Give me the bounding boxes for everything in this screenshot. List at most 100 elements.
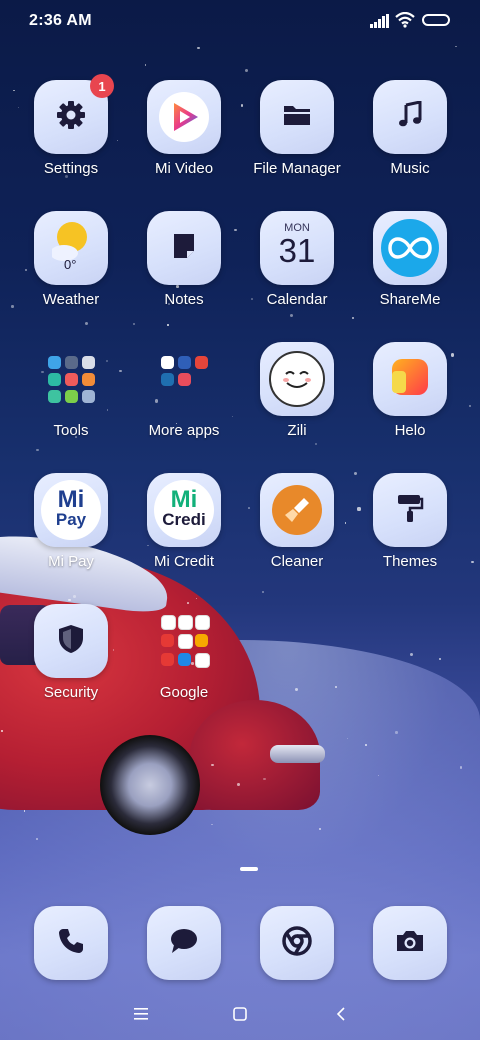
app-label: Security xyxy=(43,684,99,701)
battery-icon xyxy=(422,14,450,26)
weather-temp: 0° xyxy=(64,257,77,272)
folder-tools-icon xyxy=(47,355,95,403)
page-indicator xyxy=(240,867,258,871)
menu-icon[interactable] xyxy=(129,1002,153,1026)
wallpaper-car-wheel xyxy=(100,735,200,835)
note-icon xyxy=(172,232,196,265)
message-icon xyxy=(169,927,199,960)
tools-folder-icon[interactable] xyxy=(34,342,108,416)
snowflake xyxy=(167,324,169,326)
themes-app-icon[interactable] xyxy=(373,473,447,547)
snowflake xyxy=(132,322,136,326)
calendar-app-icon[interactable]: MON 31 xyxy=(260,211,334,285)
notification-badge: 1 xyxy=(90,74,114,98)
mi-credit-app-icon[interactable]: Mi Credi xyxy=(147,473,221,547)
app-cleaner[interactable]: Cleaner xyxy=(242,473,352,570)
paint-roller-icon xyxy=(396,493,424,528)
app-label: ShareMe xyxy=(379,291,441,308)
snowflake xyxy=(469,405,471,407)
wallpaper-car-bumper xyxy=(270,745,325,763)
calendar-day-number: 31 xyxy=(278,232,316,269)
app-notes[interactable]: Notes xyxy=(129,211,239,308)
folder-more-apps-icon xyxy=(160,355,208,403)
helo-icon xyxy=(388,355,432,404)
shareme-app-icon[interactable] xyxy=(373,211,447,285)
app-label: Weather xyxy=(42,291,100,308)
app-label: Cleaner xyxy=(270,553,324,570)
app-label: Mi Video xyxy=(154,160,214,177)
snowflake xyxy=(439,658,441,661)
app-label: Themes xyxy=(382,553,438,570)
navigation-bar xyxy=(0,990,480,1040)
snowflake xyxy=(13,89,15,92)
cleaner-app-icon[interactable] xyxy=(260,473,334,547)
folder-google[interactable]: Google xyxy=(129,604,239,701)
music-note-icon xyxy=(396,99,424,134)
app-label: Music xyxy=(390,160,430,177)
app-music[interactable]: Music xyxy=(355,80,465,177)
app-weather[interactable]: 0° Weather xyxy=(16,211,126,308)
weather-app-icon[interactable]: 0° xyxy=(34,211,108,285)
music-app-icon[interactable] xyxy=(373,80,447,154)
snowflake xyxy=(36,448,40,452)
home-icon[interactable] xyxy=(228,1002,252,1026)
snowflake xyxy=(395,731,398,734)
folder-more-apps[interactable]: More apps xyxy=(129,342,239,439)
snowflake xyxy=(211,763,214,766)
snowflake xyxy=(237,783,241,786)
app-label: Settings xyxy=(43,160,99,177)
play-icon xyxy=(159,92,209,142)
snowflake xyxy=(84,322,88,326)
google-folder-icon[interactable] xyxy=(147,604,221,678)
zili-face-icon xyxy=(269,351,325,407)
snowflake xyxy=(314,442,318,446)
app-zili[interactable]: Zili xyxy=(242,342,352,439)
snowflake xyxy=(211,823,213,825)
app-label: File Manager xyxy=(253,160,341,177)
app-calendar[interactable]: MON 31 Calendar xyxy=(242,211,352,308)
dock-camera[interactable] xyxy=(373,906,447,980)
file-manager-app-icon[interactable] xyxy=(260,80,334,154)
app-helo[interactable]: Helo xyxy=(355,342,465,439)
app-label: Tools xyxy=(53,422,89,439)
mi-credit-logo-text: Mi xyxy=(170,486,198,513)
app-security[interactable]: Security xyxy=(16,604,126,701)
signal-icon xyxy=(370,14,390,33)
snowflake xyxy=(35,837,38,840)
app-shareme[interactable]: ShareMe xyxy=(355,211,465,308)
settings-app-icon[interactable]: 1 xyxy=(34,74,114,154)
app-file-manager[interactable]: File Manager xyxy=(242,80,352,177)
broom-icon xyxy=(272,485,322,535)
zili-app-icon[interactable] xyxy=(260,342,334,416)
app-label: Notes xyxy=(164,291,204,308)
app-label: More apps xyxy=(148,422,220,439)
snowflake xyxy=(351,316,354,320)
app-mi-credit[interactable]: Mi Credi Mi Credit xyxy=(129,473,239,570)
app-themes[interactable]: Themes xyxy=(355,473,465,570)
shareme-icon xyxy=(381,219,439,277)
back-icon[interactable] xyxy=(329,1002,353,1026)
app-label: Zili xyxy=(287,422,307,439)
folder-icon xyxy=(283,103,311,132)
app-settings[interactable]: 1 Settings xyxy=(16,74,126,177)
status-time: 2:36 AM xyxy=(29,12,92,29)
app-label: Calendar xyxy=(266,291,328,308)
browser-icon xyxy=(282,925,312,961)
snowflake xyxy=(289,313,294,317)
mi-pay-app-icon[interactable]: Mi Pay xyxy=(34,473,108,547)
snowflake xyxy=(261,590,264,593)
dock-phone[interactable] xyxy=(34,906,108,980)
snowflake xyxy=(144,64,147,66)
notes-app-icon[interactable] xyxy=(147,211,221,285)
app-mi-video[interactable]: Mi Video xyxy=(129,80,239,177)
helo-app-icon[interactable] xyxy=(373,342,447,416)
more-apps-folder-icon[interactable] xyxy=(147,342,221,416)
security-app-icon[interactable] xyxy=(34,604,108,678)
folder-tools[interactable]: Tools xyxy=(16,342,126,439)
app-mi-pay[interactable]: Mi Pay Mi Pay xyxy=(16,473,126,570)
dock-browser[interactable] xyxy=(260,906,334,980)
dock-messages[interactable] xyxy=(147,906,221,980)
mi-video-app-icon[interactable] xyxy=(147,80,221,154)
snowflake xyxy=(471,560,474,564)
snowflake xyxy=(334,685,337,688)
